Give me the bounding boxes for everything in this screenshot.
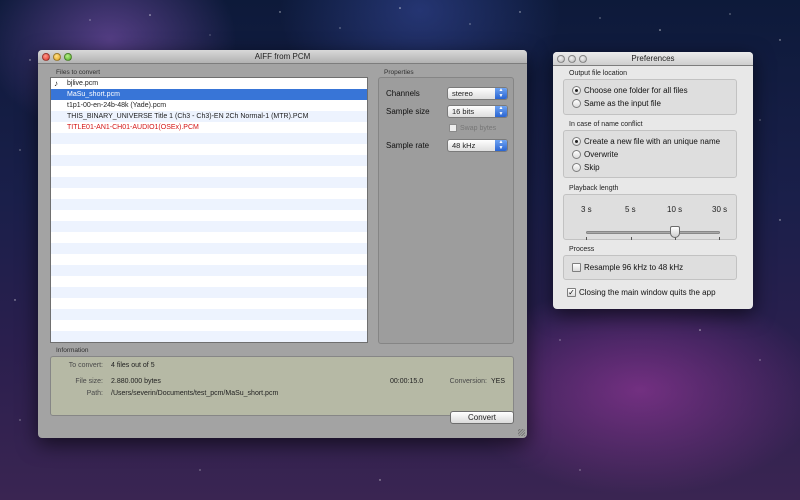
- radio-button: [572, 150, 581, 159]
- swap-bytes-checkbox[interactable]: Swap bytes: [449, 124, 496, 132]
- file-list[interactable]: ♪ bjlive.pcm MaSu_short.pcm t1p1-00-en-2…: [50, 77, 368, 343]
- process-box: Resample 96 kHz to 48 kHz: [563, 255, 737, 280]
- file-row[interactable]: THIS_BINARY_UNIVERSE Title 1 (Ch3 - Ch3)…: [51, 111, 367, 122]
- files-label: Files to convert: [56, 69, 101, 76]
- sample-size-popup[interactable]: 16 bits ▲ ▼: [447, 105, 508, 118]
- sample-size-label: Sample size: [386, 107, 430, 116]
- path-value: /Users/severin/Documents/test_pcm/MaSu_s…: [111, 390, 279, 397]
- quit-label: Closing the main window quits the app: [579, 288, 716, 297]
- radio-skip[interactable]: Skip: [572, 163, 600, 172]
- radio-button: [572, 137, 581, 146]
- radio-one-folder[interactable]: Choose one folder for all files: [572, 86, 688, 95]
- radio-overwrite[interactable]: Overwrite: [572, 150, 618, 159]
- radio-button: [572, 86, 581, 95]
- slider-tick: [586, 237, 587, 240]
- radio-button: [572, 163, 581, 172]
- sample-rate-label: Sample rate: [386, 141, 430, 150]
- playback-title: Playback length: [569, 185, 619, 192]
- file-name: bjlive.pcm: [67, 80, 99, 87]
- resample-checkbox[interactable]: Resample 96 kHz to 48 kHz: [572, 263, 683, 272]
- popup-arrows-icon: ▲ ▼: [495, 139, 507, 151]
- quit-on-close-checkbox[interactable]: ✓ Closing the main window quits the app: [567, 288, 716, 297]
- resize-handle-icon[interactable]: [518, 429, 525, 436]
- preferences-title: Preferences: [631, 54, 675, 63]
- sample-rate-popup[interactable]: 48 kHz ▲ ▼: [447, 139, 508, 152]
- main-titlebar[interactable]: AIFF from PCM: [38, 50, 527, 64]
- output-location-box: Choose one folder for all files Same as …: [563, 79, 737, 115]
- main-window: AIFF from PCM Files to convert ♪ bjlive.…: [38, 50, 527, 438]
- file-row[interactable]: t1p1-00-en-24b-48k (Yade).pcm: [51, 100, 367, 111]
- tick-label: 5 s: [625, 205, 636, 214]
- to-convert-label: To convert:: [68, 362, 103, 369]
- file-size-value: 2.880.000 bytes: [111, 378, 161, 385]
- slider-tick: [631, 237, 632, 240]
- playback-slider-thumb[interactable]: [670, 226, 680, 238]
- output-location-title: Output file location: [569, 70, 627, 77]
- checkmark-icon: ✓: [567, 288, 576, 297]
- radio-unique-name[interactable]: Create a new file with an unique name: [572, 137, 720, 146]
- file-name: TITLE01-AN1-CH01-AUDIO1(OSEx).PCM: [67, 124, 199, 131]
- file-row-selected[interactable]: MaSu_short.pcm: [51, 89, 367, 100]
- duration-value: 00:00:15.0: [390, 378, 424, 385]
- file-row-error[interactable]: TITLE01-AN1-CH01-AUDIO1(OSEx).PCM: [51, 122, 367, 133]
- path-label: Path:: [86, 390, 103, 397]
- name-conflict-box: Create a new file with an unique name Ov…: [563, 130, 737, 178]
- tick-label: 3 s: [581, 205, 592, 214]
- convert-button[interactable]: Convert: [450, 411, 514, 424]
- channels-popup[interactable]: stereo ▲ ▼: [447, 87, 508, 100]
- playback-box: 3 s 5 s 10 s 30 s: [563, 194, 737, 240]
- sample-size-value: 16 bits: [452, 107, 475, 116]
- file-size-label: File size:: [75, 378, 103, 385]
- file-name: t1p1-00-en-24b-48k (Yade).pcm: [67, 102, 167, 109]
- conversion-label: Conversion:: [449, 378, 487, 385]
- to-convert-value: 4 files out of 5: [111, 362, 155, 369]
- checkbox-box: [449, 124, 457, 132]
- properties-label: Properties: [384, 69, 414, 76]
- resample-label: Resample 96 kHz to 48 kHz: [584, 263, 684, 272]
- radio-button: [572, 99, 581, 108]
- name-conflict-title: In case of name conflict: [569, 121, 643, 128]
- tick-label: 30 s: [712, 205, 728, 214]
- conversion-value: YES: [491, 378, 506, 385]
- radio-label: Skip: [584, 163, 600, 172]
- radio-label: Overwrite: [584, 150, 619, 159]
- information-label: Information: [56, 347, 89, 354]
- music-note-icon: ♪: [54, 79, 58, 88]
- radio-label: Same as the input file: [584, 99, 661, 108]
- tick-label: 10 s: [667, 205, 683, 214]
- playback-slider-track[interactable]: [586, 231, 720, 234]
- preferences-window: Preferences Output file location Choose …: [553, 52, 753, 309]
- process-title: Process: [569, 246, 595, 253]
- information-panel: To convert: 4 files out of 5 File size: …: [50, 356, 514, 416]
- slider-tick: [719, 237, 720, 240]
- channels-label: Channels: [386, 89, 420, 98]
- popup-arrows-icon: ▲ ▼: [495, 105, 507, 117]
- radio-label: Choose one folder for all files: [584, 86, 688, 95]
- properties-panel: Channels stereo ▲ ▼ Sample size 16 bits ▲…: [378, 77, 514, 344]
- radio-same-as-input[interactable]: Same as the input file: [572, 99, 661, 108]
- file-row[interactable]: ♪ bjlive.pcm: [51, 78, 367, 89]
- radio-label: Create a new file with an unique name: [584, 137, 721, 146]
- file-name: MaSu_short.pcm: [67, 91, 120, 98]
- popup-arrows-icon: ▲ ▼: [495, 87, 507, 99]
- file-name: THIS_BINARY_UNIVERSE Title 1 (Ch3 - Ch3)…: [67, 113, 309, 120]
- checkbox-box: [572, 263, 581, 272]
- channels-value: stereo: [452, 89, 473, 98]
- sample-rate-value: 48 kHz: [452, 141, 476, 150]
- preferences-titlebar[interactable]: Preferences: [553, 52, 753, 66]
- swap-bytes-label: Swap bytes: [460, 124, 497, 132]
- window-title: AIFF from PCM: [254, 52, 311, 61]
